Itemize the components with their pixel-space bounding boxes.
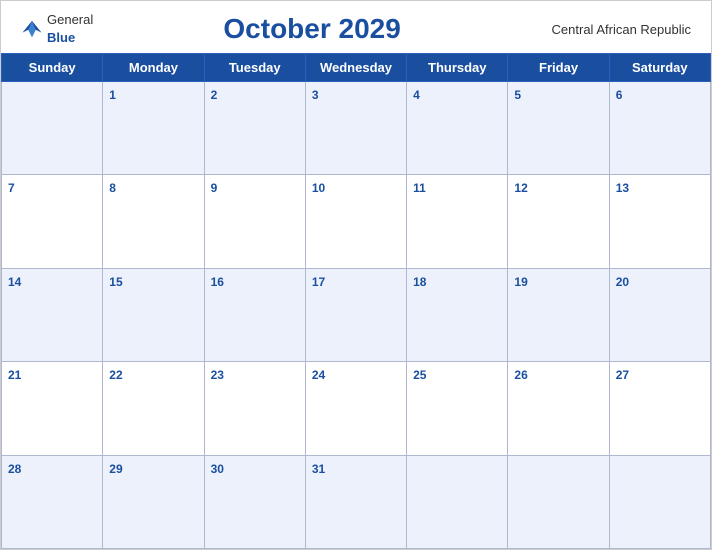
day-number: 20 — [616, 275, 629, 289]
day-number: 11 — [413, 181, 426, 195]
day-number: 25 — [413, 368, 426, 382]
day-number: 4 — [413, 88, 420, 102]
day-number: 21 — [8, 368, 21, 382]
calendar-day-cell: 14 — [2, 268, 103, 361]
calendar-day-cell: 30 — [204, 455, 305, 548]
header-thursday: Thursday — [407, 54, 508, 82]
day-number: 19 — [514, 275, 527, 289]
header-saturday: Saturday — [609, 54, 710, 82]
calendar-day-cell — [508, 455, 609, 548]
day-number: 23 — [211, 368, 224, 382]
calendar-day-cell: 18 — [407, 268, 508, 361]
calendar-week-row: 28 29 30 31 — [2, 455, 711, 548]
header-friday: Friday — [508, 54, 609, 82]
month-title: October 2029 — [93, 13, 531, 45]
day-number: 26 — [514, 368, 527, 382]
day-number: 30 — [211, 462, 224, 476]
day-number: 27 — [616, 368, 629, 382]
calendar-week-row: 14 15 16 17 18 19 20 — [2, 268, 711, 361]
calendar-day-cell: 25 — [407, 362, 508, 455]
weekday-header-row: Sunday Monday Tuesday Wednesday Thursday… — [2, 54, 711, 82]
logo-text: General Blue — [47, 11, 93, 47]
calendar-day-cell: 22 — [103, 362, 204, 455]
country-label: Central African Republic — [531, 22, 691, 37]
day-number: 2 — [211, 88, 218, 102]
calendar-day-cell: 28 — [2, 455, 103, 548]
calendar-week-row: 7 8 9 10 11 12 13 — [2, 175, 711, 268]
logo-general: General — [47, 12, 93, 27]
calendar-day-cell: 8 — [103, 175, 204, 268]
day-number: 1 — [109, 88, 116, 102]
day-number: 7 — [8, 181, 15, 195]
calendar-day-cell: 4 — [407, 82, 508, 175]
day-number: 15 — [109, 275, 122, 289]
header-tuesday: Tuesday — [204, 54, 305, 82]
calendar-day-cell — [407, 455, 508, 548]
calendar-day-cell: 29 — [103, 455, 204, 548]
day-number: 5 — [514, 88, 521, 102]
day-number: 28 — [8, 462, 21, 476]
calendar-day-cell: 13 — [609, 175, 710, 268]
calendar-day-cell: 31 — [305, 455, 406, 548]
day-number: 3 — [312, 88, 319, 102]
calendar-day-cell: 7 — [2, 175, 103, 268]
day-number: 18 — [413, 275, 426, 289]
calendar-day-cell: 11 — [407, 175, 508, 268]
day-number: 9 — [211, 181, 218, 195]
calendar-day-cell: 26 — [508, 362, 609, 455]
calendar-day-cell: 9 — [204, 175, 305, 268]
header-sunday: Sunday — [2, 54, 103, 82]
calendar-day-cell: 15 — [103, 268, 204, 361]
calendar-day-cell: 21 — [2, 362, 103, 455]
calendar-day-cell: 5 — [508, 82, 609, 175]
calendar-week-row: 21 22 23 24 25 26 27 — [2, 362, 711, 455]
calendar-day-cell: 2 — [204, 82, 305, 175]
calendar-body: 1234567891011121314151617181920212223242… — [2, 82, 711, 549]
calendar-day-cell: 12 — [508, 175, 609, 268]
day-number: 22 — [109, 368, 122, 382]
day-number: 13 — [616, 181, 629, 195]
day-number: 10 — [312, 181, 325, 195]
logo-bird-icon — [21, 18, 43, 40]
logo-area: General Blue — [21, 11, 93, 47]
calendar-day-cell: 20 — [609, 268, 710, 361]
header-monday: Monday — [103, 54, 204, 82]
logo-blue: Blue — [47, 30, 75, 45]
calendar-day-cell: 24 — [305, 362, 406, 455]
header-wednesday: Wednesday — [305, 54, 406, 82]
day-number: 12 — [514, 181, 527, 195]
calendar-day-cell: 1 — [103, 82, 204, 175]
day-number: 29 — [109, 462, 122, 476]
calendar-day-cell: 19 — [508, 268, 609, 361]
day-number: 8 — [109, 181, 116, 195]
day-number: 6 — [616, 88, 623, 102]
calendar-week-row: 1 2 3 4 5 6 — [2, 82, 711, 175]
day-number: 16 — [211, 275, 224, 289]
calendar-table: Sunday Monday Tuesday Wednesday Thursday… — [1, 53, 711, 549]
calendar-day-cell: 6 — [609, 82, 710, 175]
day-number: 31 — [312, 462, 325, 476]
day-number: 24 — [312, 368, 325, 382]
day-number: 17 — [312, 275, 325, 289]
calendar-day-cell: 3 — [305, 82, 406, 175]
calendar-day-cell: 10 — [305, 175, 406, 268]
day-number: 14 — [8, 275, 21, 289]
calendar-day-cell: 16 — [204, 268, 305, 361]
calendar-day-cell — [609, 455, 710, 548]
calendar-day-cell: 17 — [305, 268, 406, 361]
calendar-header: General Blue October 2029 Central Africa… — [1, 1, 711, 53]
calendar-day-cell: 27 — [609, 362, 710, 455]
calendar-day-cell — [2, 82, 103, 175]
calendar-wrapper: General Blue October 2029 Central Africa… — [0, 0, 712, 550]
calendar-day-cell: 23 — [204, 362, 305, 455]
